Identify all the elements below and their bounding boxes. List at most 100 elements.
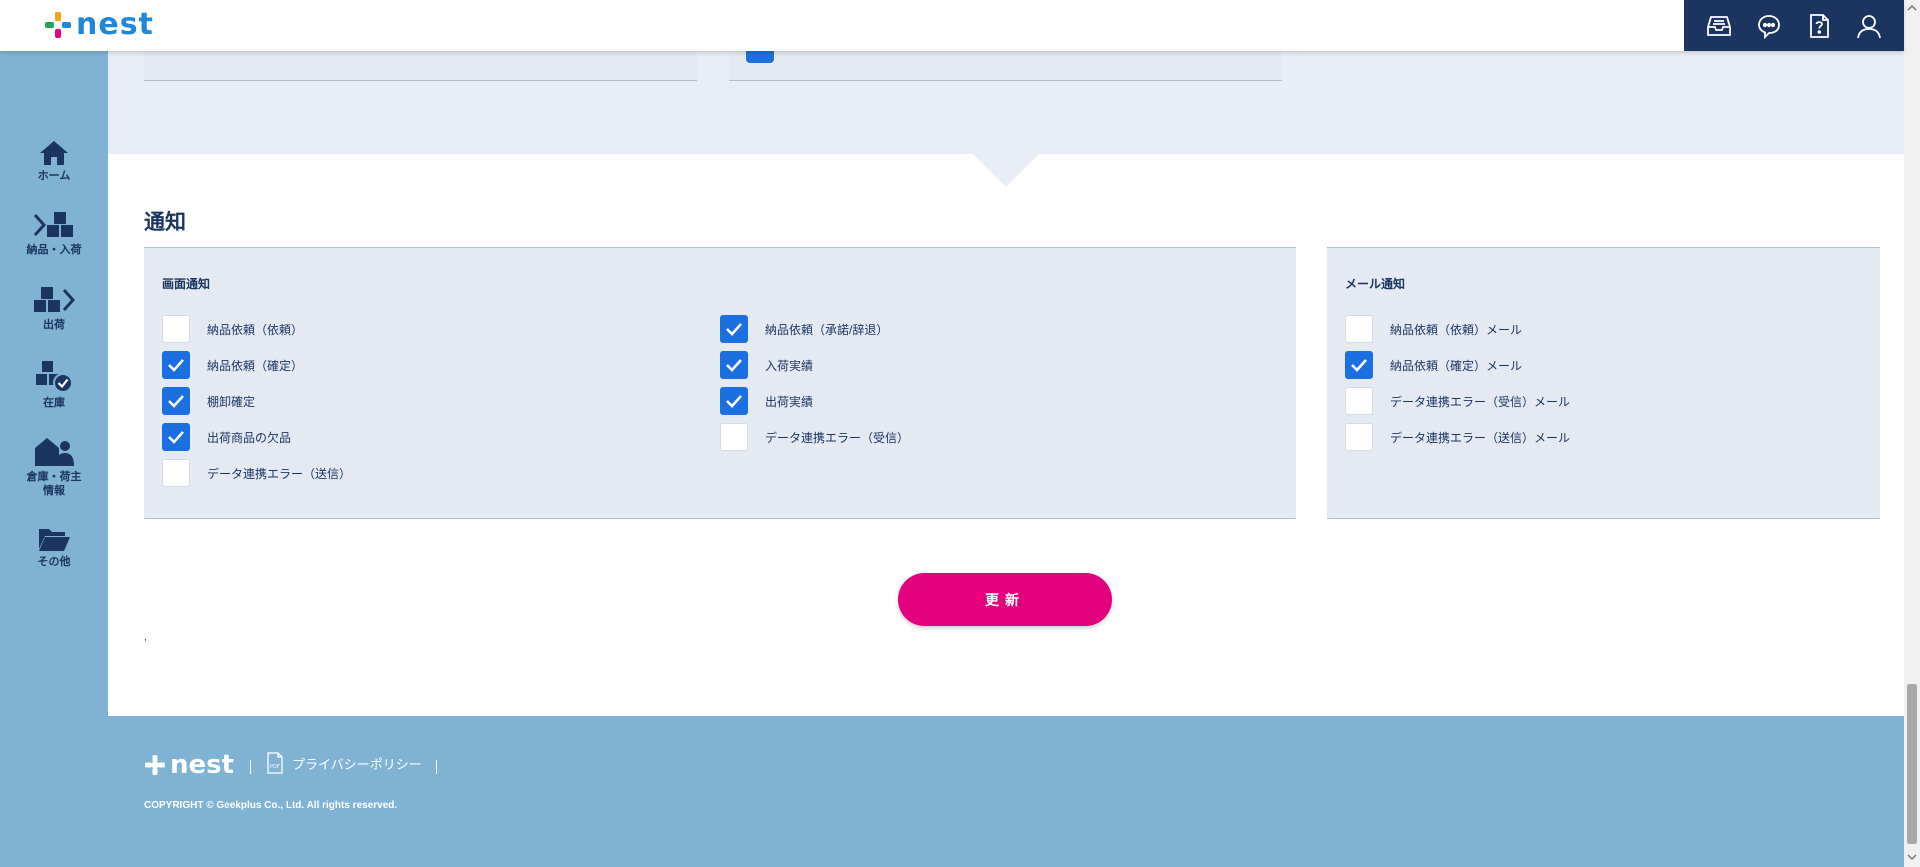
- mail-notification-card: メール通知 納品依頼（依頼）メール 納品依頼（確定）メール データ連携エラー（受…: [1327, 247, 1880, 519]
- check-icon: [1351, 359, 1367, 372]
- divider: [436, 760, 437, 774]
- footer-logo-text: nest: [170, 750, 235, 780]
- help-icon[interactable]: [1803, 10, 1835, 42]
- screen-option-delivery-confirmed[interactable]: 納品依頼（確定）: [162, 351, 303, 379]
- previous-card-right: [729, 51, 1282, 81]
- check-icon: [726, 323, 742, 336]
- copyright-text: COPYRIGHT © Geekplus Co., Ltd. All right…: [144, 800, 398, 811]
- screen-option-shipping-results[interactable]: 出荷実績: [720, 387, 813, 415]
- sidebar-item-label: ホーム: [37, 170, 71, 182]
- checkbox[interactable]: [162, 387, 190, 415]
- mail-notification-title: メール通知: [1345, 277, 1406, 291]
- checkbox[interactable]: [720, 423, 748, 451]
- option-label: 納品依頼（承諾/辞退）: [765, 322, 889, 337]
- checkbox[interactable]: [1345, 387, 1373, 415]
- footer-logo[interactable]: nest: [144, 750, 234, 780]
- sidebar-item-inventory[interactable]: 在庫: [0, 358, 108, 410]
- mail-option-delivery-confirmed[interactable]: 納品依頼（確定）メール: [1345, 351, 1522, 379]
- sidebar-item-warehouse[interactable]: 倉庫・荷主情報: [0, 436, 108, 498]
- checkbox[interactable]: [162, 351, 190, 379]
- chat-icon[interactable]: [1753, 10, 1785, 42]
- footer: nest PDF プライバシーポリシー COPYRIGHT © Geekplus…: [108, 716, 1904, 867]
- user-icon[interactable]: [1853, 10, 1885, 42]
- screen-notification-card: 画面通知 納品依頼（依頼） 納品依頼（確定） 棚卸確定 出荷商品の欠品 データ連…: [144, 247, 1296, 519]
- screen-option-delivery-request[interactable]: 納品依頼（依頼）: [162, 315, 303, 343]
- checkbox[interactable]: [162, 423, 190, 451]
- mail-option-delivery-request[interactable]: 納品依頼（依頼）メール: [1345, 315, 1522, 343]
- option-label: データ連携エラー（受信）: [765, 430, 910, 445]
- screen-option-data-error-receive[interactable]: データ連携エラー（受信）: [720, 423, 909, 451]
- notification-section-title: 通知: [144, 211, 186, 234]
- header-icon-bar: [1684, 0, 1904, 51]
- mail-option-data-error-receive[interactable]: データ連携エラー（受信）メール: [1345, 387, 1570, 415]
- checkbox[interactable]: [720, 387, 748, 415]
- privacy-policy-link[interactable]: PDF プライバシーポリシー: [266, 752, 422, 774]
- nest-logo-icon: [45, 12, 71, 38]
- check-icon: [168, 431, 184, 444]
- stray-mark: ,: [144, 632, 147, 643]
- option-label: データ連携エラー（送信）メール: [1390, 430, 1571, 445]
- checkbox[interactable]: [720, 315, 748, 343]
- page-scrollbar[interactable]: [1904, 0, 1920, 867]
- option-label: 納品依頼（確定）メール: [1390, 358, 1523, 373]
- divider: [250, 760, 251, 774]
- screen-option-shipment-shortage[interactable]: 出荷商品の欠品: [162, 423, 291, 451]
- checkbox[interactable]: [720, 351, 748, 379]
- svg-text:PDF: PDF: [270, 764, 280, 770]
- option-label: 納品依頼（確定）: [207, 358, 304, 373]
- check-icon: [168, 395, 184, 408]
- screen-option-delivery-accept-decline[interactable]: 納品依頼（承諾/辞退）: [720, 315, 888, 343]
- previous-checkbox[interactable]: [746, 51, 774, 63]
- option-label: データ連携エラー（受信）メール: [1390, 394, 1571, 409]
- home-icon: [40, 141, 68, 165]
- sidebar-item-home[interactable]: ホーム: [0, 139, 108, 183]
- checkbox[interactable]: [1345, 315, 1373, 343]
- option-label: 納品依頼（依頼）メール: [1390, 322, 1523, 337]
- option-label: 出荷実績: [765, 394, 814, 409]
- outbound-icon: [34, 287, 76, 312]
- checkbox[interactable]: [162, 315, 190, 343]
- checkbox[interactable]: [1345, 351, 1373, 379]
- previous-section-panel: [108, 51, 1904, 154]
- inventory-icon: [36, 361, 73, 393]
- sidebar-item-label: 納品・入荷: [26, 244, 82, 256]
- section-pointer: [972, 153, 1040, 187]
- inbox-icon[interactable]: [1703, 10, 1735, 42]
- logo-text: nest: [76, 7, 154, 42]
- check-icon: [726, 395, 742, 408]
- sidebar-item-label: 倉庫・荷主情報: [26, 471, 82, 497]
- sidebar-item-label: 在庫: [43, 397, 65, 409]
- check-icon: [168, 359, 184, 372]
- option-label: データ連携エラー（送信）: [207, 466, 352, 481]
- folder-icon: [39, 529, 70, 551]
- screen-option-stocktake-confirmed[interactable]: 棚卸確定: [162, 387, 255, 415]
- privacy-policy-label: プライバシーポリシー: [292, 756, 422, 772]
- sidebar-item-outbound[interactable]: 出荷: [0, 286, 108, 332]
- previous-card-left: [144, 51, 697, 81]
- check-icon: [726, 359, 742, 372]
- update-button[interactable]: 更新: [898, 573, 1112, 626]
- top-header: nest: [0, 0, 1904, 51]
- sidebar: ホーム 納品・入荷 出荷 在庫 倉庫・荷主情報 その他: [0, 51, 108, 867]
- sidebar-item-inbound[interactable]: 納品・入荷: [0, 211, 108, 257]
- sidebar-item-other[interactable]: その他: [0, 525, 108, 569]
- sidebar-item-label: その他: [37, 556, 71, 568]
- warehouse-icon: [35, 438, 74, 466]
- screen-notification-title: 画面通知: [162, 277, 211, 291]
- pdf-icon: PDF: [267, 752, 283, 774]
- screen-option-receiving-results[interactable]: 入荷実績: [720, 351, 813, 379]
- option-label: 入荷実績: [765, 358, 814, 373]
- scrollbar-thumb[interactable]: [1907, 684, 1917, 844]
- sidebar-item-label: 出荷: [43, 319, 65, 331]
- mail-option-data-error-send[interactable]: データ連携エラー（送信）メール: [1345, 423, 1570, 451]
- inbound-icon: [33, 212, 73, 237]
- option-label: 出荷商品の欠品: [207, 430, 292, 445]
- scroll-down-arrow-icon[interactable]: [1904, 849, 1920, 865]
- notification-panel: 通知 画面通知 納品依頼（依頼） 納品依頼（確定） 棚卸確定 出荷商品の欠品 デ…: [108, 153, 1904, 716]
- nest-logo[interactable]: nest: [44, 8, 154, 42]
- checkbox[interactable]: [162, 459, 190, 487]
- screen-option-data-error-send[interactable]: データ連携エラー（送信）: [162, 459, 351, 487]
- checkbox[interactable]: [1345, 423, 1373, 451]
- scroll-up-arrow-icon[interactable]: [1904, 0, 1920, 16]
- option-label: 納品依頼（依頼）: [207, 322, 304, 337]
